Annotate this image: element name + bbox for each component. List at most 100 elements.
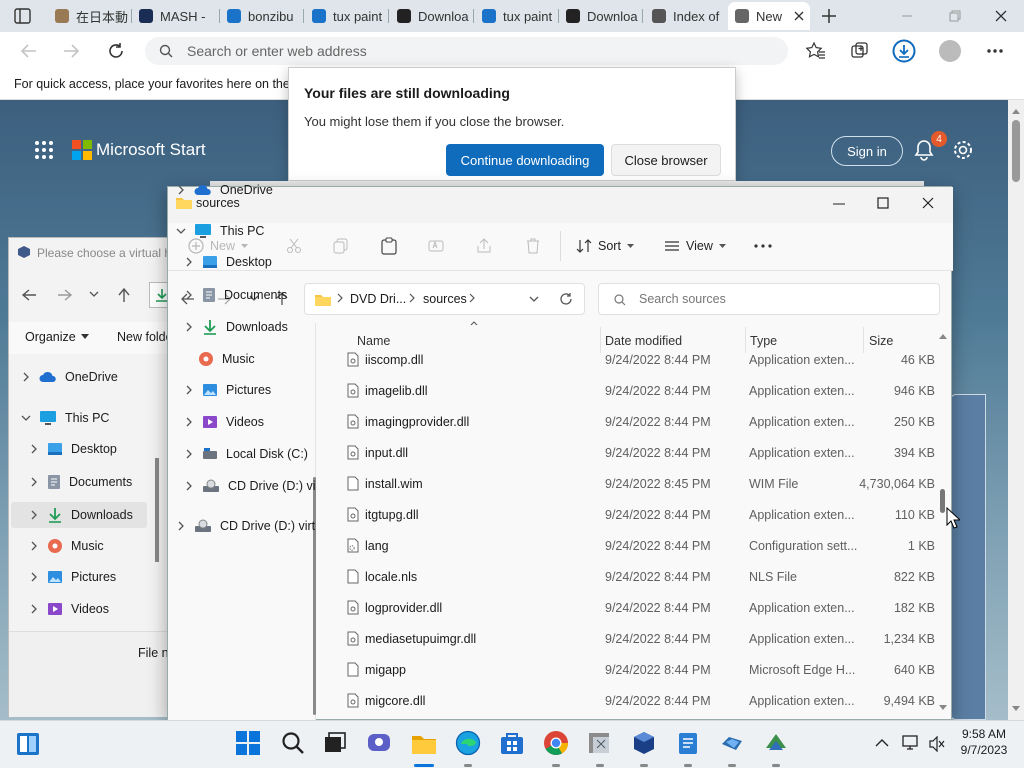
notepad-icon[interactable] xyxy=(675,730,703,758)
back-nav-item[interactable]: Videos xyxy=(29,602,109,616)
explorer-minimize-icon[interactable] xyxy=(833,203,845,205)
back-nav-item[interactable]: Music xyxy=(29,538,104,554)
breadcrumb-sources[interactable]: sources xyxy=(423,292,467,306)
explorer-nav-item[interactable]: Pictures xyxy=(184,383,271,397)
file-row[interactable]: migapp 9/24/2022 8:44 PM Microsoft Edge H.… xyxy=(338,655,938,686)
see-more-icon[interactable] xyxy=(754,244,772,248)
downloads-icon[interactable] xyxy=(892,39,916,63)
back-nav-item[interactable]: Pictures xyxy=(29,570,116,584)
back-nav-item[interactable]: Desktop xyxy=(29,442,117,456)
explorer-nav-item[interactable]: OneDrive xyxy=(176,183,273,197)
explorer-nav-item[interactable]: This PC xyxy=(176,223,264,239)
explorer-nav-item[interactable]: Music xyxy=(198,351,255,367)
browser-tab[interactable]: New xyxy=(728,2,810,30)
forward-icon[interactable] xyxy=(62,43,80,59)
app-icon[interactable] xyxy=(587,730,615,758)
browser-tab[interactable]: Index of xyxy=(645,2,725,30)
task-view-icon[interactable] xyxy=(322,730,350,758)
explorer-maximize-icon[interactable] xyxy=(877,197,889,209)
browser-tab[interactable]: tux paint xyxy=(475,2,557,30)
minimize-icon[interactable] xyxy=(900,10,914,22)
search-icon[interactable] xyxy=(280,730,308,758)
file-row[interactable]: lang 9/24/2022 8:44 PM Configuration sett.… xyxy=(338,531,938,562)
close-browser-icon[interactable] xyxy=(994,9,1008,23)
close-browser-button[interactable]: Close browser xyxy=(611,144,721,176)
file-row[interactable]: iiscomp.dll 9/24/2022 8:44 PM Application … xyxy=(338,345,938,376)
browser-tab[interactable]: MASH - xyxy=(132,2,218,30)
settings-gear-icon[interactable] xyxy=(952,139,974,161)
file-row[interactable]: locale.nls 9/24/2022 8:44 PM NLS File 822 K… xyxy=(338,562,938,593)
refresh-icon[interactable] xyxy=(107,42,125,60)
cut-icon[interactable] xyxy=(286,238,302,254)
browser-tab[interactable]: Downloa xyxy=(559,2,641,30)
edge-icon[interactable] xyxy=(455,730,483,758)
sort-button[interactable]: Sort xyxy=(576,238,634,254)
file-row[interactable]: mediasetupuimgr.dll 9/24/2022 8:44 PM Appl… xyxy=(338,624,938,655)
browser-tab[interactable]: tux paint xyxy=(305,2,387,30)
back-nav-item[interactable]: Documents xyxy=(29,474,132,490)
back-nav-item[interactable]: This PC xyxy=(21,410,109,426)
explorer-nav-item[interactable]: Documents xyxy=(184,287,287,303)
page-scrollbar[interactable] xyxy=(1008,100,1024,720)
app-icon[interactable] xyxy=(763,730,791,758)
back-icon[interactable] xyxy=(20,43,38,59)
explorer-nav-item[interactable]: Videos xyxy=(184,415,264,429)
explorer-nav-item[interactable]: CD Drive (D:) vi xyxy=(184,479,316,493)
file-row[interactable]: input.dll 9/24/2022 8:44 PM Application ex… xyxy=(338,438,938,469)
clock-time[interactable]: 9:58 AM xyxy=(956,727,1012,741)
widgets-icon[interactable] xyxy=(16,732,40,756)
breadcrumb-drive[interactable]: DVD Dri... xyxy=(350,292,406,306)
collections-icon[interactable] xyxy=(850,41,870,61)
show-hidden-icons-icon[interactable] xyxy=(875,738,889,748)
store-icon[interactable] xyxy=(499,730,527,758)
address-dropdown-icon[interactable] xyxy=(529,296,539,303)
browser-tab[interactable]: 在日本動 xyxy=(48,2,130,30)
network-icon[interactable] xyxy=(901,734,921,752)
paste-icon[interactable] xyxy=(381,237,397,255)
file-explorer-icon[interactable] xyxy=(410,730,438,758)
file-row[interactable]: imagingprovider.dll 9/24/2022 8:44 PM Appl… xyxy=(338,407,938,438)
recent-chevron-icon[interactable] xyxy=(89,290,99,298)
refresh-folder-icon[interactable] xyxy=(559,292,573,306)
close-tab-icon[interactable] xyxy=(794,11,804,21)
list-scroll-thumb[interactable] xyxy=(940,489,945,513)
organize-button[interactable]: Organize xyxy=(25,330,89,344)
sign-in-button[interactable]: Sign in xyxy=(831,136,903,166)
volume-muted-icon[interactable] xyxy=(928,736,946,752)
restore-icon[interactable] xyxy=(948,9,962,23)
file-row[interactable]: migcore.dll 9/24/2022 8:44 PM Application … xyxy=(338,686,938,717)
chat-icon[interactable] xyxy=(366,730,394,758)
back-nav-icon[interactable] xyxy=(21,288,37,302)
favorites-icon[interactable] xyxy=(806,41,826,61)
new-folder-button[interactable]: New folde xyxy=(117,330,173,344)
file-row[interactable]: logprovider.dll 9/24/2022 8:44 PM Applicat… xyxy=(338,593,938,624)
continue-downloading-button[interactable]: Continue downloading xyxy=(446,144,604,176)
browser-tab[interactable]: Downloa xyxy=(390,2,472,30)
up-icon[interactable] xyxy=(117,287,131,303)
back-nav-scrollbar[interactable] xyxy=(155,458,159,562)
page-scroll-thumb[interactable] xyxy=(1012,120,1020,182)
file-row[interactable]: imagelib.dll 9/24/2022 8:44 PM Application… xyxy=(338,376,938,407)
rename-icon[interactable] xyxy=(428,238,444,254)
apps-grid-icon[interactable] xyxy=(34,140,54,160)
explorer-nav-item[interactable]: CD Drive (D:) virt xyxy=(176,519,315,533)
copy-icon[interactable] xyxy=(333,238,349,254)
delete-icon[interactable] xyxy=(526,238,540,254)
virtualbox-icon[interactable] xyxy=(631,730,659,758)
back-nav-item[interactable]: Downloads xyxy=(11,502,147,528)
list-scroll-up-icon[interactable] xyxy=(939,333,947,339)
address-bar[interactable]: Search or enter web address xyxy=(145,37,788,65)
new-tab-icon[interactable] xyxy=(820,7,838,25)
new-button[interactable]: New xyxy=(188,238,249,254)
forward-nav-icon[interactable] xyxy=(57,288,73,302)
app-icon[interactable] xyxy=(719,730,747,758)
view-button[interactable]: View xyxy=(664,238,726,254)
list-scroll-down-icon[interactable] xyxy=(939,705,947,711)
share-icon[interactable] xyxy=(476,238,492,254)
clock-date[interactable]: 9/7/2023 xyxy=(956,743,1012,757)
explorer-nav-item[interactable]: Desktop xyxy=(184,255,272,269)
browser-tab[interactable]: bonzibu xyxy=(220,2,302,30)
more-menu-icon[interactable] xyxy=(986,48,1004,54)
explorer-nav-item[interactable]: Downloads xyxy=(184,319,288,335)
search-box[interactable]: Search sources xyxy=(598,283,940,315)
